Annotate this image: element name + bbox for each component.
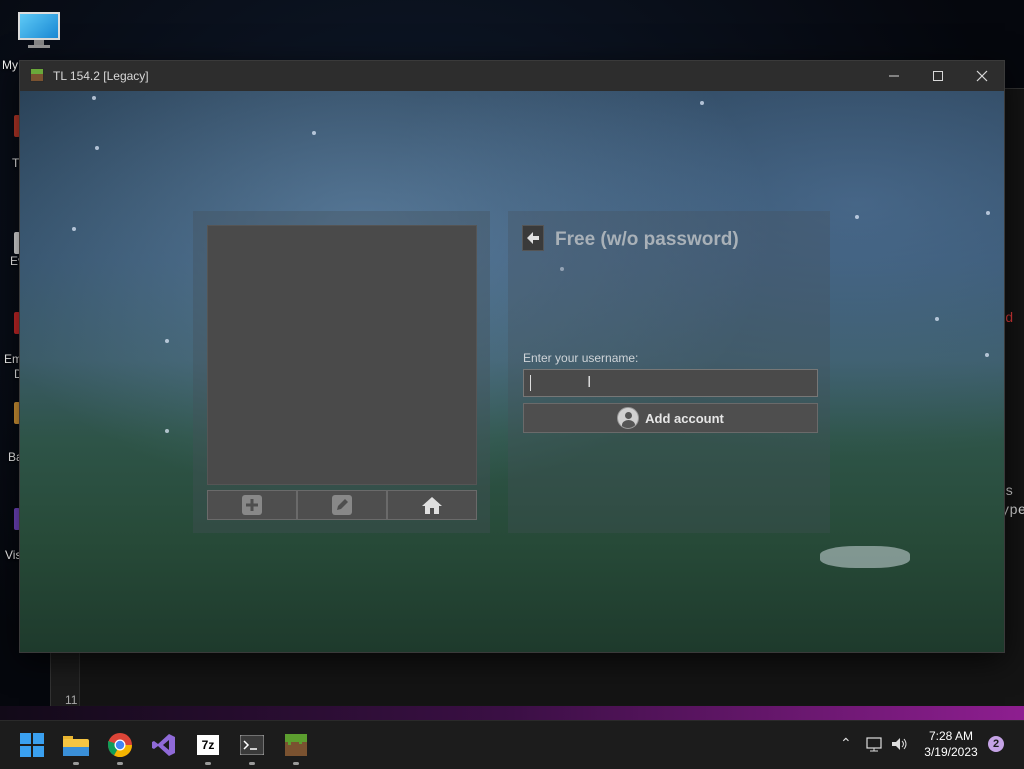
visual-studio-button[interactable] xyxy=(148,729,180,761)
taskbar: 7z ⌃ 7:28 AM 3/19/2023 2 xyxy=(0,720,1024,769)
clock-time: 7:28 AM xyxy=(928,729,974,743)
chevron-up-icon[interactable]: ⌃ xyxy=(840,735,852,752)
home-icon xyxy=(422,497,442,514)
star xyxy=(855,215,859,219)
terminal-icon xyxy=(240,735,264,755)
form-title: Free (w/o password) xyxy=(555,229,739,250)
chrome-button[interactable] xyxy=(104,729,136,765)
maximize-button[interactable] xyxy=(916,61,960,91)
title-bar[interactable]: TL 154.2 [Legacy] xyxy=(20,61,1004,91)
desktop-icon-label: My xyxy=(2,58,18,72)
terminal-button[interactable] xyxy=(236,729,268,765)
star xyxy=(92,96,96,100)
star xyxy=(700,101,704,105)
grass-block-icon xyxy=(30,68,44,82)
minimize-icon xyxy=(889,75,899,77)
star xyxy=(935,317,939,321)
this-pc-desktop-icon[interactable] xyxy=(18,12,60,48)
background-text: d xyxy=(1005,311,1014,327)
grass-block-icon xyxy=(285,734,307,756)
plus-icon xyxy=(242,495,262,515)
maximize-icon xyxy=(933,71,943,81)
user-avatar-icon xyxy=(617,407,640,429)
start-button[interactable] xyxy=(16,729,48,761)
line-number: 11 xyxy=(65,693,78,707)
home-button[interactable] xyxy=(387,490,477,520)
notification-badge[interactable]: 2 xyxy=(988,736,1004,752)
close-button[interactable] xyxy=(960,61,1004,91)
file-explorer-button[interactable] xyxy=(60,729,92,765)
add-account-button[interactable] xyxy=(207,490,297,520)
windows-logo-icon xyxy=(20,733,44,757)
background-text: s xyxy=(1005,484,1014,500)
edit-account-button[interactable] xyxy=(297,490,387,520)
username-input[interactable] xyxy=(523,369,818,397)
star xyxy=(165,429,169,433)
folder-icon xyxy=(63,736,89,756)
account-list[interactable] xyxy=(207,225,477,485)
username-label: Enter your username: xyxy=(523,351,639,365)
star xyxy=(95,146,99,150)
close-icon xyxy=(976,70,988,82)
star xyxy=(986,211,990,215)
pencil-icon xyxy=(332,495,352,515)
star xyxy=(312,131,316,135)
back-button[interactable] xyxy=(522,225,544,251)
clock[interactable]: 7:28 AM 3/19/2023 xyxy=(916,728,986,760)
arrow-left-icon xyxy=(527,232,539,244)
monitor-icon xyxy=(18,12,60,40)
7zip-button[interactable]: 7z xyxy=(192,729,224,765)
snow-patch xyxy=(820,546,910,568)
text-caret xyxy=(530,375,531,391)
star xyxy=(165,339,169,343)
7zip-icon: 7z xyxy=(197,735,219,755)
account-toolbar xyxy=(207,490,477,520)
add-account-label: Add account xyxy=(645,410,724,426)
visual-studio-icon xyxy=(152,734,175,756)
desktop-wallpaper-strip xyxy=(0,706,1024,720)
minimize-button[interactable] xyxy=(872,61,916,91)
ibeam-cursor-icon: I xyxy=(587,374,592,391)
add-account-submit-button[interactable]: Add account xyxy=(523,403,818,433)
window-title: TL 154.2 [Legacy] xyxy=(53,69,149,83)
launcher-window: TL 154.2 [Legacy] Free (w/o password) En… xyxy=(19,60,1005,653)
tlauncher-button[interactable] xyxy=(280,729,312,765)
chrome-icon xyxy=(108,733,132,757)
volume-icon[interactable] xyxy=(891,736,909,752)
clock-date: 3/19/2023 xyxy=(924,745,978,759)
star xyxy=(72,227,76,231)
star xyxy=(985,353,989,357)
launcher-background: Free (w/o password) Enter your username:… xyxy=(20,91,1004,652)
network-icon[interactable] xyxy=(866,736,884,752)
